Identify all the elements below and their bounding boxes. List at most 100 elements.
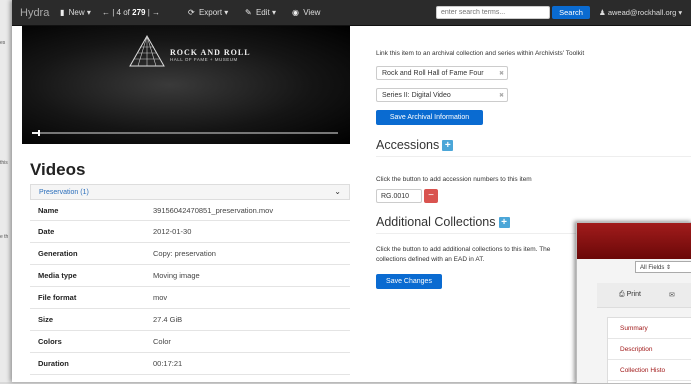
search-input[interactable] bbox=[436, 6, 550, 19]
pager: ← | 4 of 279 | → bbox=[102, 8, 160, 17]
export-icon: ⟳ bbox=[188, 8, 195, 17]
row-key: Media type bbox=[30, 264, 145, 287]
additional-collections-title: Additional Collections bbox=[376, 215, 496, 229]
brand-logo[interactable]: Hydra bbox=[20, 7, 49, 19]
email-icon[interactable]: ✉ bbox=[669, 291, 675, 299]
background-text: es bbox=[0, 40, 6, 46]
pager-prefix: 4 of bbox=[116, 8, 130, 17]
background-text: e th bbox=[0, 234, 9, 240]
row-value: Sony BVW-75 bbox=[145, 374, 350, 382]
remove-accession-minus-icon[interactable]: − bbox=[424, 189, 438, 203]
caret-down-icon: ▾ bbox=[224, 8, 229, 17]
row-key: File format bbox=[30, 286, 145, 309]
series-tag[interactable]: Series II: Digital Video ✖ bbox=[376, 88, 508, 102]
row-value: 00:17:21 bbox=[145, 352, 350, 375]
select-arrows-icon: ⇕ bbox=[666, 265, 672, 271]
additional-collections-heading: Additional Collections + bbox=[376, 215, 510, 229]
prev-arrow-icon[interactable]: ← bbox=[102, 8, 110, 17]
table-row: Duration 00:17:21 bbox=[30, 352, 350, 375]
caret-down-icon: ▾ bbox=[86, 8, 91, 17]
logo-title: ROCK AND ROLL bbox=[170, 48, 251, 57]
printer-icon: ⎙ bbox=[619, 291, 625, 298]
eye-icon: ◉ bbox=[292, 8, 299, 17]
export-menu[interactable]: ⟳ Export ▾ bbox=[188, 8, 228, 17]
accession-input[interactable]: RG.0010 bbox=[376, 189, 422, 203]
remove-icon[interactable]: ✖ bbox=[499, 70, 504, 77]
timeline-scrubber[interactable] bbox=[38, 130, 41, 136]
videos-heading: Videos bbox=[30, 160, 86, 179]
video-player[interactable]: ROCK AND ROLL HALL OF FAME + MUSEUM bbox=[22, 26, 350, 144]
accessions-title: Accessions bbox=[376, 138, 440, 152]
video-frame bbox=[22, 26, 350, 144]
pyramid-logo-icon bbox=[129, 34, 165, 67]
background-text: this bbox=[0, 160, 8, 166]
top-navbar: Hydra ▮ New ▾ ← | 4 of 279 | → ⟳ Export … bbox=[12, 0, 691, 26]
additional-intro-line2: collections defined with an EAD in AT. bbox=[376, 256, 485, 263]
print-button[interactable]: ⎙ Print bbox=[619, 291, 641, 299]
table-row: Date 2012-01-30 bbox=[30, 220, 350, 243]
table-row: Colors Color bbox=[30, 330, 350, 353]
save-changes-button[interactable]: Save Changes bbox=[376, 274, 442, 289]
add-accession-plus-icon[interactable]: + bbox=[442, 140, 454, 151]
archival-intro: Link this item to an archival collection… bbox=[376, 50, 585, 57]
collection-tag[interactable]: Rock and Roll Hall of Fame Four ✖ bbox=[376, 66, 508, 80]
row-value: 39156042470851_preservation.mov bbox=[145, 201, 350, 221]
row-key: Device bbox=[30, 374, 145, 382]
logo-subtitle: HALL OF FAME + MUSEUM bbox=[170, 57, 238, 62]
menu-item[interactable]: Collection Histo bbox=[608, 360, 691, 381]
row-value: Color bbox=[145, 330, 350, 353]
row-key: Name bbox=[30, 201, 145, 221]
save-archival-button[interactable]: Save Archival Information bbox=[376, 110, 483, 125]
caret-down-icon: ▾ bbox=[678, 8, 683, 17]
row-value: mov bbox=[145, 286, 350, 309]
chevron-down-icon[interactable]: ⌄ bbox=[334, 187, 341, 196]
user-icon: ♟ bbox=[599, 8, 606, 17]
left-column: ROCK AND ROLL HALL OF FAME + MUSEUM Vide… bbox=[22, 26, 350, 382]
print-label: Print bbox=[626, 291, 641, 298]
view-label: View bbox=[303, 8, 321, 17]
table-row: Size 27.4 GiB bbox=[30, 308, 350, 331]
pager-total: 279 bbox=[132, 8, 146, 17]
table-row: Name 39156042470851_preservation.mov bbox=[30, 201, 350, 221]
series-value: Series II: Digital Video bbox=[382, 92, 451, 99]
row-key: Date bbox=[30, 220, 145, 243]
field-select-value: All Fields bbox=[640, 265, 665, 271]
row-value: Copy: preservation bbox=[145, 242, 350, 265]
export-label: Export bbox=[198, 8, 223, 17]
next-arrow-icon[interactable]: → bbox=[152, 8, 160, 17]
pencil-icon: ✎ bbox=[245, 8, 252, 17]
accessions-heading: Accessions + bbox=[376, 138, 454, 152]
row-key: Size bbox=[30, 308, 145, 331]
accordion-label[interactable]: Preservation (1) bbox=[39, 189, 89, 196]
remove-icon[interactable]: ✖ bbox=[499, 92, 504, 99]
overlay-header-bar bbox=[577, 223, 691, 259]
video-metadata-table: Name 39156042470851_preservation.mov Date 2… bbox=[30, 201, 350, 382]
user-menu[interactable]: ♟ awead@rockhall.org ▾ bbox=[599, 8, 682, 17]
new-menu[interactable]: ▮ New ▾ bbox=[60, 8, 91, 17]
table-row: File format mov bbox=[30, 286, 350, 309]
accessions-intro: Click the button to add accession number… bbox=[376, 176, 532, 183]
row-value: 2012-01-30 bbox=[145, 220, 350, 243]
row-value: Moving image bbox=[145, 264, 350, 287]
overlay-toolbar: ⎙ Print ✉ bbox=[597, 283, 691, 308]
add-collection-plus-icon[interactable]: + bbox=[498, 217, 510, 228]
collection-value: Rock and Roll Hall of Fame Four bbox=[382, 70, 484, 77]
menu-item[interactable]: Description bbox=[608, 339, 691, 360]
row-key: Colors bbox=[30, 330, 145, 353]
field-select[interactable]: All Fields ⇕ bbox=[635, 261, 691, 273]
preservation-accordion[interactable]: Preservation (1) ⌄ bbox=[30, 184, 350, 200]
edit-menu[interactable]: ✎ Edit ▾ bbox=[245, 8, 276, 17]
search-button[interactable]: Search bbox=[552, 6, 590, 19]
table-row: DeviceSony BVW-75 bbox=[30, 374, 350, 382]
table-row: Generation Copy: preservation bbox=[30, 242, 350, 265]
menu-item[interactable]: Summary bbox=[608, 318, 691, 339]
additional-intro-line1: Click the button to add additional colle… bbox=[376, 246, 551, 253]
table-row: Media type Moving image bbox=[30, 264, 350, 287]
new-label: New bbox=[68, 8, 85, 17]
video-timeline[interactable] bbox=[32, 130, 338, 136]
overlay-window: All Fields ⇕ ⎙ Print ✉ Summary Descriptio… bbox=[576, 222, 691, 384]
finding-aid-menu: SummaryDescriptionCollection HistoAccess… bbox=[607, 317, 691, 383]
view-link[interactable]: ◉ View bbox=[292, 8, 320, 17]
divider bbox=[376, 233, 586, 234]
edit-label: Edit bbox=[255, 8, 270, 17]
